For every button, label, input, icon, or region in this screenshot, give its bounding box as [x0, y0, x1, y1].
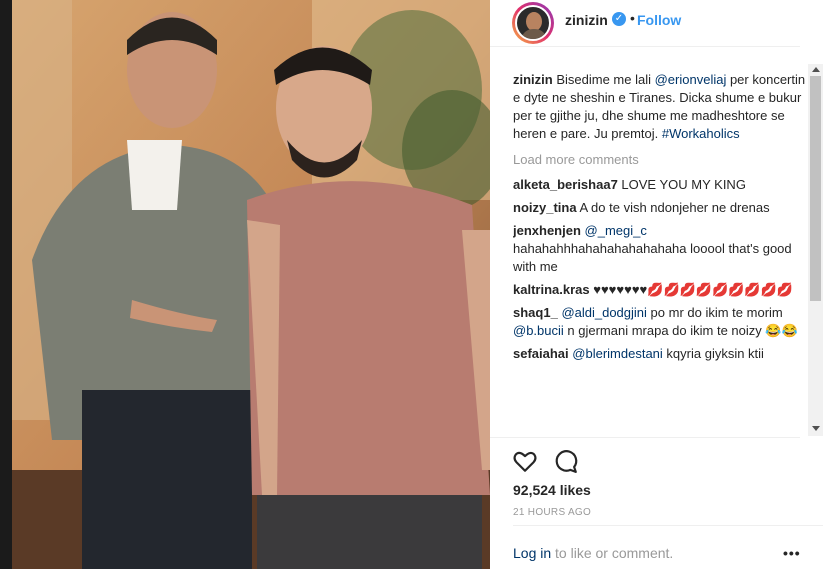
verified-badge-icon: ✓ — [612, 12, 626, 26]
comment-username[interactable]: kaltrina.kras — [513, 282, 590, 297]
comment-text: po mr do ikim te morim — [650, 305, 783, 320]
comment-username[interactable]: jenxhenjen — [513, 223, 581, 238]
scroll-up-arrow-icon[interactable] — [812, 67, 820, 72]
load-more-comments-button[interactable]: Load more comments — [513, 151, 811, 169]
post-header: zinizin ✓ • Follow — [490, 0, 823, 46]
comment-item: sefaiahai @blerimdestani kqyria giyksin … — [513, 345, 811, 363]
profile-avatar[interactable] — [512, 2, 554, 44]
login-text: to like or comment. — [555, 545, 674, 561]
caption-text: Bisedime me lali — [556, 72, 655, 87]
post-image[interactable] — [12, 0, 490, 569]
post-timestamp[interactable]: 21 HOURS AGO — [513, 507, 591, 518]
comment-text: LOVE YOU MY KING — [621, 177, 746, 192]
comment-username[interactable]: alketa_berishaa7 — [513, 177, 618, 192]
comment-mention[interactable]: @blerimdestani — [572, 346, 663, 361]
comment-item: noizy_tina A do te vish ndonjeher ne dre… — [513, 199, 811, 217]
caption: zinizin Bisedime me lali @erionveliaj pe… — [513, 71, 811, 143]
actions-divider — [490, 437, 800, 438]
comment-username[interactable]: sefaiahai — [513, 346, 569, 361]
comment-text-2: n gjermani mrapa do ikim te noizy 😂😂 — [567, 323, 798, 338]
header-divider — [490, 46, 800, 47]
comment-text: ♥♥♥♥♥♥♥💋💋💋💋💋💋💋💋💋 — [593, 282, 793, 297]
avatar-image — [515, 5, 551, 41]
comment-username[interactable]: noizy_tina — [513, 200, 577, 215]
comment-username[interactable]: shaq1_ — [513, 305, 558, 320]
footer-divider — [513, 525, 823, 526]
login-link[interactable]: Log in — [513, 545, 551, 561]
comments-section: zinizin Bisedime me lali @erionveliaj pe… — [513, 71, 811, 436]
caption-username[interactable]: zinizin — [513, 72, 553, 87]
heart-icon[interactable] — [512, 448, 538, 474]
scrollbar-thumb[interactable] — [810, 76, 821, 301]
comment-mention[interactable]: @aldi_dodgjini — [561, 305, 646, 320]
comment-mention[interactable]: @_megi_c — [585, 223, 647, 238]
likes-count[interactable]: 92,524 likes — [513, 482, 591, 498]
more-options-icon[interactable]: ••• — [783, 545, 801, 561]
comment-text: A do te vish ndonjeher ne drenas — [579, 200, 770, 215]
comment-text: hahahahhhahahahahahahaha looool that's g… — [513, 241, 792, 274]
comment-icon[interactable] — [553, 448, 579, 474]
comments-scrollbar[interactable] — [808, 64, 823, 436]
scroll-down-arrow-icon[interactable] — [812, 426, 820, 431]
login-prompt: Log in to like or comment. — [513, 545, 673, 561]
comment-item: kaltrina.kras ♥♥♥♥♥♥♥💋💋💋💋💋💋💋💋💋 — [513, 281, 811, 299]
background-strip — [0, 0, 12, 569]
caption-mention[interactable]: @erionveliaj — [655, 72, 727, 87]
follow-button[interactable]: Follow — [637, 12, 681, 28]
post-details-panel: zinizin ✓ • Follow zinizin Bisedime me l… — [490, 0, 823, 569]
header-username[interactable]: zinizin — [565, 12, 608, 28]
avatar-body — [521, 29, 547, 39]
header-separator: • — [630, 10, 635, 26]
comment-mention-2[interactable]: @b.bucii — [513, 323, 564, 338]
comment-text: kqyria giyksin ktii — [666, 346, 764, 361]
post-photo-illustration — [12, 0, 490, 569]
comment-item: jenxhenjen @_megi_c hahahahhhahahahahaha… — [513, 222, 811, 276]
comment-item: alketa_berishaa7 LOVE YOU MY KING — [513, 176, 811, 194]
comment-item: shaq1_ @aldi_dodgjini po mr do ikim te m… — [513, 304, 811, 340]
caption-hashtag[interactable]: #Workaholics — [662, 126, 740, 141]
